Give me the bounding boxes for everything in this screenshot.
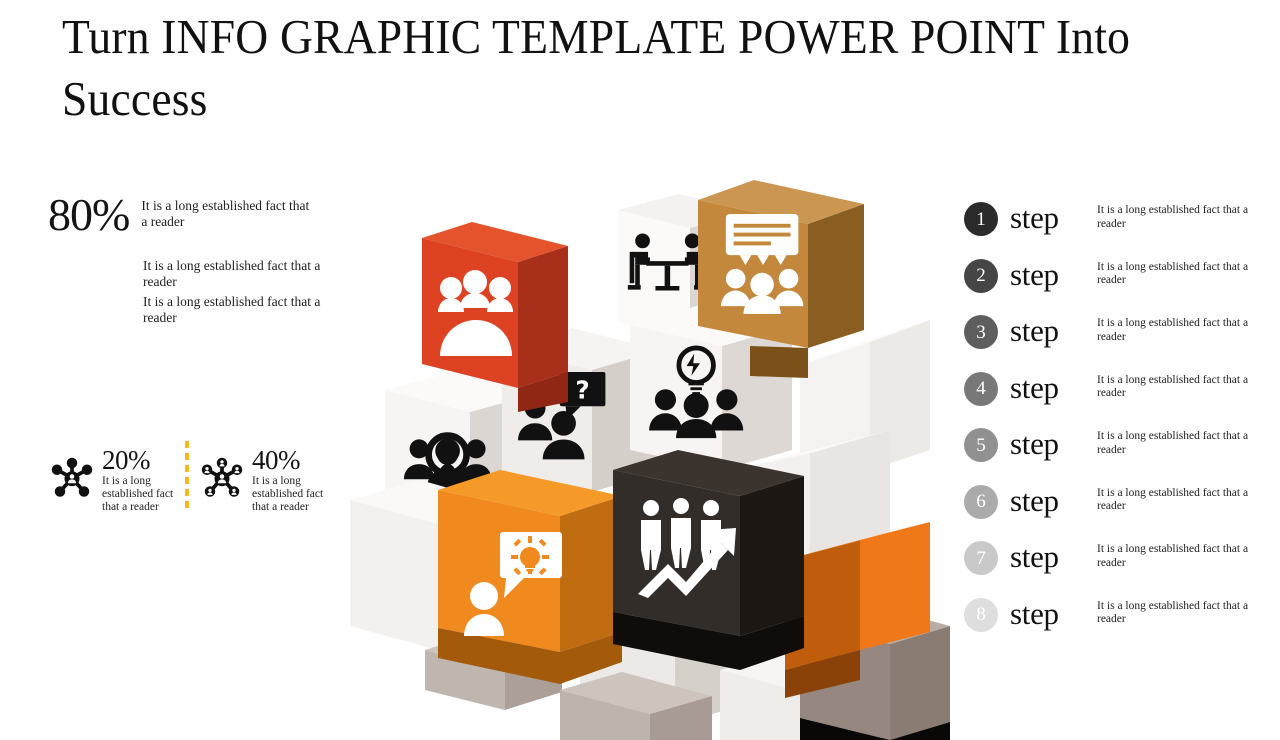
headline-stat-value: 80% (48, 189, 130, 240)
step-badge: 8 (964, 597, 998, 632)
network-hub-outline-icon (198, 454, 246, 502)
step-badge: 4 (964, 371, 998, 406)
step-label: step (1010, 200, 1059, 235)
cube-cluster-illustration: ? (330, 150, 950, 740)
step-description: It is a long established fact that a rea… (1097, 317, 1249, 343)
cube-orange (438, 470, 622, 684)
step-description: It is a long established fact that a rea… (1097, 486, 1249, 513)
svg-text:?: ? (575, 376, 589, 405)
metric-block-20: 20% It is a long established fact that a… (48, 446, 180, 514)
step-description: It is a long established fact that a rea… (1097, 543, 1249, 569)
step-label: step (1010, 482, 1059, 518)
step-item-7[interactable]: 7 step It is a long established fact tha… (960, 535, 1280, 592)
headline-stat-description: It is a long established fact that a rea… (141, 198, 310, 229)
step-item-8[interactable]: 8 step It is a long established fact tha… (960, 592, 1280, 649)
step-description: It is a long established fact that a rea… (1097, 430, 1249, 456)
steps-list: 1 step It is a long established fact tha… (960, 196, 1280, 648)
headline-stat: 80% It is a long established fact that a… (48, 192, 316, 238)
metric-value: 20% (102, 445, 151, 475)
step-badge: 7 (964, 541, 998, 575)
metric-description: It is a long established fact that a rea… (102, 475, 174, 513)
step-badge: 2 (964, 258, 998, 293)
left-paragraph-2: It is a long established fact that a rea… (143, 294, 321, 325)
step-item-3[interactable]: 3 step It is a long established fact tha… (960, 309, 1280, 366)
metric-value: 40% (252, 445, 301, 475)
step-description: It is a long established fact that a rea… (1097, 260, 1249, 287)
step-badge: 1 (964, 202, 998, 236)
step-label: step (1010, 313, 1059, 348)
step-description: It is a long established fact that a rea… (1097, 373, 1249, 400)
step-badge: 5 (964, 428, 998, 462)
network-hub-icon (48, 454, 96, 502)
step-label: step (1010, 539, 1059, 574)
step-badge: 3 (964, 315, 998, 349)
step-item-5[interactable]: 5 step It is a long established fact tha… (960, 422, 1280, 479)
step-item-1[interactable]: 1 step It is a long established fact tha… (960, 196, 1280, 253)
metric-body: 20% It is a long established fact that a… (102, 446, 180, 514)
slide-canvas: Turn INFO GRAPHIC TEMPLATE POWER POINT I… (0, 0, 1280, 740)
step-item-6[interactable]: 6 step It is a long established fact tha… (960, 479, 1280, 536)
step-description: It is a long established fact that a rea… (1097, 204, 1249, 230)
left-paragraph-1: It is a long established fact that a rea… (143, 258, 321, 289)
step-item-4[interactable]: 4 step It is a long established fact tha… (960, 366, 1280, 423)
left-panel: 80% It is a long established fact that a… (0, 0, 360, 720)
step-label: step (1010, 426, 1059, 461)
step-label: step (1010, 595, 1059, 631)
metric-body: 40% It is a long established fact that a… (252, 446, 330, 514)
metric-block-40: 40% It is a long established fact that a… (198, 446, 330, 514)
step-label: step (1010, 369, 1059, 405)
dashed-divider (185, 441, 189, 513)
step-label: step (1010, 256, 1059, 292)
step-badge: 6 (964, 484, 998, 519)
step-description: It is a long established fact that a rea… (1097, 599, 1249, 626)
step-item-2[interactable]: 2 step It is a long established fact tha… (960, 253, 1280, 310)
metric-description: It is a long established fact that a rea… (252, 475, 324, 513)
cube-dark (613, 450, 804, 670)
